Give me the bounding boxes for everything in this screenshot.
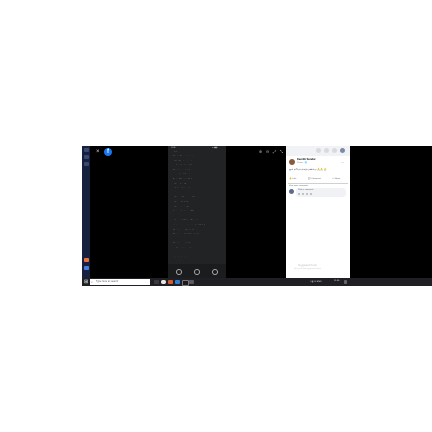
message-line: ஸ்ரீஸ்வாமினி ச்ரிதஜனப்ரியதான சீலே <box>173 228 200 230</box>
share-button[interactable]: ↪ Share <box>332 177 340 180</box>
message-line: உத்திஷ்ட கமலாகாந்த <box>173 205 189 207</box>
app-icon[interactable] <box>189 279 194 284</box>
post-panel: Keerthi Sundar 1 hour · 🌐 ⋯ ஓம் நமோ நாரா… <box>286 146 350 278</box>
message-line: உத்திஷ்ட நரசார்தூல <box>173 182 188 184</box>
post-caption: ஓம் நமோ நாராயணாய 🙏🙏🙏 <box>289 168 327 171</box>
phone-nav-bar <box>168 264 226 278</box>
author-avatar[interactable] <box>289 159 295 165</box>
phone-status-bar: 11:36 ▲ ◼ ▮ <box>168 146 226 150</box>
message-line: ஓம் நமோ வேங்கடேசாய <box>173 247 192 248</box>
message-line: வக்ஷோவிஹாரிணி மனோஹர திவ்யமூர்த்தே <box>173 224 206 225</box>
profile-icon <box>212 269 218 275</box>
view-more-comments-link[interactable]: View more comments <box>289 185 308 187</box>
comment-button[interactable]: 💬 Comment <box>308 177 321 180</box>
notification-icon[interactable] <box>344 279 347 284</box>
sticker-icon[interactable] <box>310 193 312 195</box>
app-icon[interactable] <box>182 279 189 286</box>
emoji-icon[interactable] <box>298 193 300 195</box>
divider <box>288 183 348 184</box>
app-icon[interactable] <box>83 266 89 270</box>
gif-icon[interactable] <box>306 193 308 195</box>
photo-viewer: × f ⊕ ⊖ ⤢ ⤡ 11:36 ▲ ◼ ▮ Vijayalakshmi ஸ்… <box>90 146 286 278</box>
zoom-in-icon[interactable]: ⊕ <box>258 149 263 154</box>
more-options-icon[interactable]: ⋯ <box>341 160 344 164</box>
messenger-icon[interactable] <box>324 148 329 153</box>
facebook-logo-icon[interactable]: f <box>104 148 112 156</box>
author-name[interactable]: Keerthi Sundar <box>297 158 316 161</box>
app-icon[interactable] <box>175 279 180 284</box>
message-line: ஸ்ரீ வேங்கடேச தயிதே தவ சுப்ரபாதம் <box>173 233 200 235</box>
status-icons: ▲ ◼ ▮ <box>212 146 218 149</box>
search-icon: ⌕ <box>91 280 93 284</box>
message-line: கௌசல்யா சுப்ரஜா ராம <box>173 173 191 175</box>
clock[interactable]: 11:36 <box>334 280 339 282</box>
status-time: 11:36 <box>171 146 176 149</box>
comment-placeholder: Write a comment... <box>298 189 315 191</box>
taskbar-search[interactable]: ⌕ Type here to search <box>90 279 150 285</box>
message-line: பூர்வா சந்த்யா ப்ரவர்த்ததே <box>173 178 193 179</box>
comment-input[interactable]: Write a comment... <box>296 188 346 197</box>
comment-composer: Write a comment... <box>289 188 347 198</box>
phone-screenshot: 11:36 ▲ ◼ ▮ Vijayalakshmi ஸ்ரீராம ஜெயம் … <box>168 146 226 278</box>
app-icon[interactable] <box>83 162 89 166</box>
people-icon <box>194 269 200 275</box>
task-view-icon[interactable] <box>154 279 159 284</box>
message-line: ஸ்ரீ வேங்கடேச சுப்ரபாதம் <box>173 242 192 244</box>
notifications-icon[interactable] <box>332 148 337 153</box>
search-placeholder: Type here to search <box>96 280 119 283</box>
chrome-icon[interactable] <box>161 279 166 284</box>
taskbar: ⊞ ⌕ Type here to search ^ ◧ ⊡ ENG 11:36 <box>82 278 432 286</box>
message-line: கர்தவ்யம் தைவமாஹ்நிகம் <box>173 187 193 189</box>
close-icon[interactable]: × <box>96 149 102 155</box>
message-line: மாதஸ்ஸமஸ்த ஜகதாம் மதுகைடபாரே: <box>173 219 201 221</box>
fullscreen-icon[interactable]: ⤡ <box>279 149 284 154</box>
start-icon[interactable]: ⊞ <box>84 279 89 285</box>
message-line: ஓம் நமோ நாராயணாய நம <box>173 164 193 166</box>
left-sidebar <box>82 146 90 278</box>
message-line: த்ரைலோக்யம் மங்களம் குரு <box>173 210 194 212</box>
message-line: ஸ்ரீ வேங்கடேச சுப்ரபாதம் <box>173 168 192 170</box>
camera-icon[interactable] <box>302 193 304 195</box>
account-avatar[interactable] <box>340 148 345 153</box>
panel-top-bar <box>286 146 350 156</box>
message-line: ராம ராம ராம ராம ❤ <box>173 256 188 258</box>
menu-icon[interactable] <box>316 148 321 153</box>
app-icon[interactable] <box>83 258 89 262</box>
app-icon[interactable] <box>168 279 173 284</box>
message-line: ஸ்ரீராம ஜெயம் ராம ராம ராம <box>173 155 194 156</box>
post-actions: 👍 Like 💬 Comment ↪ Share <box>288 177 348 182</box>
post-meta: 1 hour · 🌐 <box>297 162 307 164</box>
message-line: உத்திஷ்டோத்திஷ்ட கோவிந்த <box>173 196 195 198</box>
message-line: உத்திஷ்ட கருடத்வஜ <box>173 201 188 202</box>
message-line: ஜெய ஜெய ராமா ராம ராம <box>173 159 193 161</box>
like-button[interactable]: 👍 Like <box>289 177 296 180</box>
app-icon[interactable] <box>83 155 89 159</box>
suggested-subtitle: Here you'll find suggested content <box>294 268 322 270</box>
screen: × f ⊕ ⊖ ⤢ ⤡ 11:36 ▲ ◼ ▮ Vijayalakshmi ஸ்… <box>82 146 432 286</box>
suggested-title: Suggested Posts <box>298 264 317 267</box>
viewer-toolbar: ⊕ ⊖ ⤢ ⤡ <box>258 149 288 155</box>
zoom-out-icon[interactable]: ⊖ <box>265 149 270 154</box>
menu-icon[interactable] <box>83 148 89 152</box>
home-icon <box>176 269 182 275</box>
expand-icon[interactable]: ⤢ <box>272 149 277 154</box>
user-avatar <box>289 189 294 194</box>
chat-header: Vijayalakshmi <box>173 151 184 152</box>
system-tray[interactable]: ^ ◧ ⊡ ENG <box>310 280 322 283</box>
